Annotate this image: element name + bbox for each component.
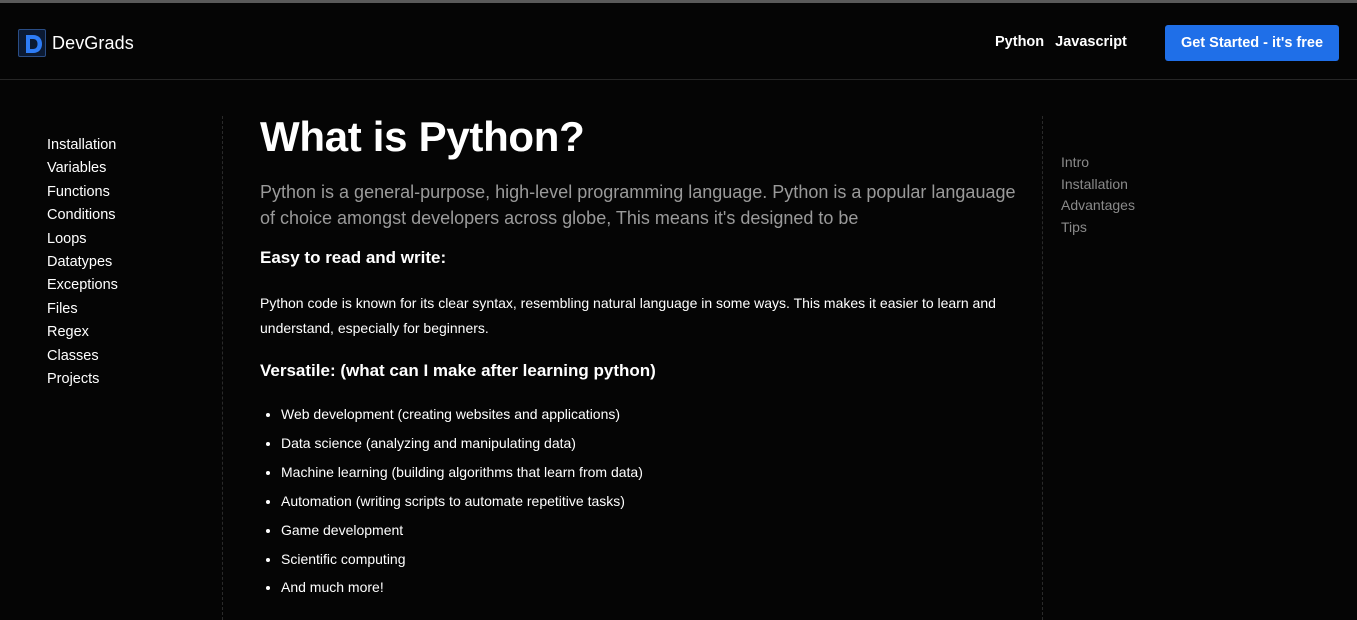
list-item: Data science (analyzing and manipulating… — [281, 429, 1020, 458]
section-heading-easy-to-read: Easy to read and write: — [260, 248, 447, 267]
list-item: Web development (creating websites and a… — [281, 400, 1020, 429]
sidebar-item-installation[interactable]: Installation — [47, 134, 118, 157]
sidebar-item-regex[interactable]: Regex — [47, 321, 118, 344]
brand-name: DevGrads — [52, 32, 134, 53]
sidebar-item-datatypes[interactable]: Datatypes — [47, 251, 118, 274]
sidebar-item-conditions[interactable]: Conditions — [47, 204, 118, 227]
list-item: Scientific computing — [281, 545, 1020, 574]
list-item: And much more! — [281, 573, 1020, 602]
devgrads-logo-icon — [18, 29, 46, 57]
sidebar-item-exceptions[interactable]: Exceptions — [47, 274, 118, 297]
top-navbar: DevGrads Python Javascript Get Started -… — [0, 3, 1357, 80]
toc-item-tips[interactable]: Tips — [1061, 217, 1135, 239]
toc-divider — [1042, 116, 1043, 620]
top-nav: Python Javascript — [995, 34, 1127, 50]
table-of-contents: Intro Installation Advantages Tips — [1061, 152, 1135, 238]
sidebar-divider — [222, 116, 223, 620]
section-heading-versatile: Versatile: (what can I make after learni… — [260, 361, 656, 380]
sidebar-item-files[interactable]: Files — [47, 298, 118, 321]
toc-item-intro[interactable]: Intro — [1061, 152, 1135, 174]
sidebar-nav: Installation Variables Functions Conditi… — [47, 134, 118, 391]
brand-link[interactable]: DevGrads — [18, 28, 134, 58]
section-paragraph-easy-to-read: Python code is known for its clear synta… — [260, 295, 996, 336]
sidebar-item-projects[interactable]: Projects — [47, 368, 118, 391]
sidebar-item-variables[interactable]: Variables — [47, 157, 118, 180]
sidebar-item-functions[interactable]: Functions — [47, 181, 118, 204]
list-item: Game development — [281, 516, 1020, 545]
page-title: What is Python? — [260, 113, 585, 160]
nav-link-javascript[interactable]: Javascript — [1055, 34, 1127, 50]
list-item: Automation (writing scripts to automate … — [281, 487, 1020, 516]
sidebar-item-classes[interactable]: Classes — [47, 345, 118, 368]
versatile-list: Web development (creating websites and a… — [260, 400, 1020, 602]
toc-item-installation[interactable]: Installation — [1061, 174, 1135, 196]
lead-paragraph: Python is a general-purpose, high-level … — [260, 182, 1016, 228]
nav-link-python[interactable]: Python — [995, 34, 1044, 50]
sidebar-item-loops[interactable]: Loops — [47, 228, 118, 251]
article: What is Python? Python is a general-purp… — [260, 112, 1020, 602]
get-started-button[interactable]: Get Started - it's free — [1165, 25, 1339, 61]
list-item: Machine learning (building algorithms th… — [281, 458, 1020, 487]
toc-item-advantages[interactable]: Advantages — [1061, 195, 1135, 217]
